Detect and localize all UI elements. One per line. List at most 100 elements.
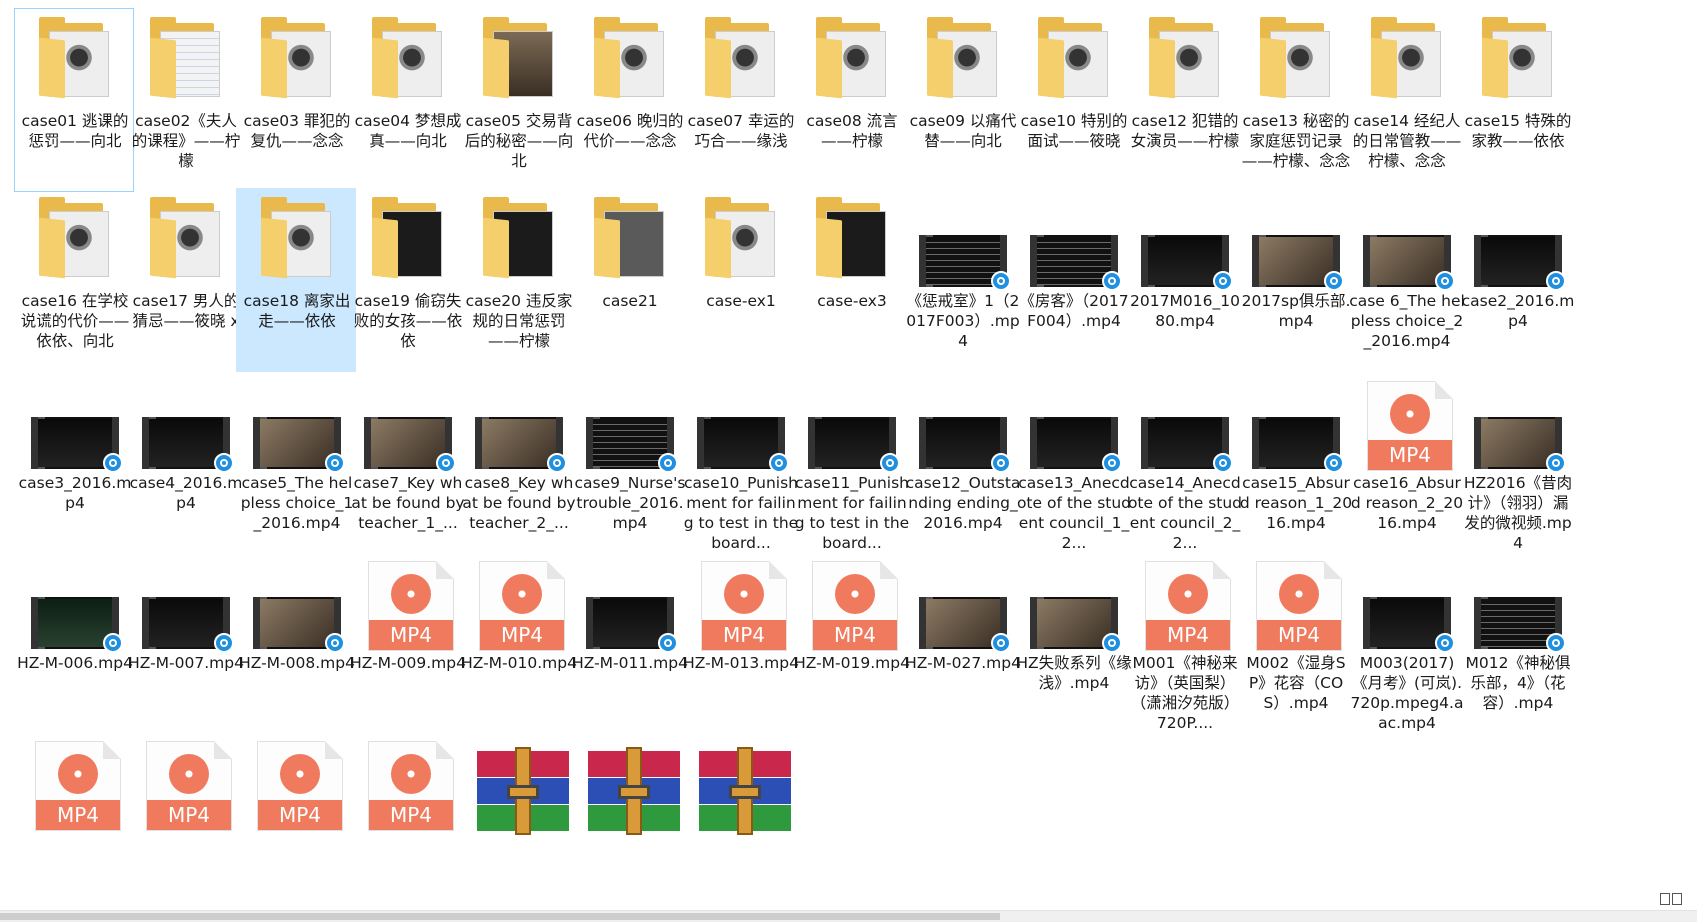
file-item[interactable]: HZ-M-011.mp4 xyxy=(569,550,689,734)
folder-item[interactable]: case06 晚归的代价——念念 xyxy=(569,8,689,192)
folder-item[interactable]: case20 违反家规的日常惩罚——柠檬 xyxy=(458,188,578,372)
view-mode-icons[interactable] xyxy=(1660,890,1690,906)
file-item[interactable]: case7_Key what be found by teacher_1_... xyxy=(347,370,467,554)
file-item[interactable]: case4_2016.mp4 xyxy=(125,370,245,554)
file-grid: case01 逃课的惩罚——向北 case02《夫人的课程》——柠檬 case03 … xyxy=(0,0,1697,921)
folder-item[interactable]: case21 xyxy=(569,188,689,372)
video-thumbnail-icon xyxy=(691,371,791,473)
folder-item[interactable]: case01 逃课的惩罚——向北 xyxy=(14,8,134,192)
file-item[interactable]: HZ-M-006.mp4 xyxy=(14,550,134,734)
file-item[interactable]: case8_Key what be found by teacher_2_... xyxy=(458,370,578,554)
file-item[interactable]: case13_Anecdote of the student council_1… xyxy=(1013,370,1133,554)
mp4-file-icon: MP4 xyxy=(247,731,347,833)
file-item[interactable]: MP4 M001《神秘来访》（英国梨）（潇湘汐苑版）720P.... xyxy=(1124,550,1244,734)
file-item[interactable]: MP4 xyxy=(347,730,467,914)
file-item[interactable]: MP4 M002《湿身SP》花容（COS）.mp4 xyxy=(1235,550,1355,734)
file-item[interactable] xyxy=(680,730,800,914)
folder-item[interactable]: case18 离家出走——依依 xyxy=(236,188,356,372)
file-item[interactable]: case15_Absurd reason_1_2016.mp4 xyxy=(1235,370,1355,554)
video-thumbnail-icon xyxy=(25,551,125,653)
folder-icon xyxy=(691,9,791,111)
video-thumbnail-icon xyxy=(1024,371,1124,473)
item-label: 2017M016_1080.mp4 xyxy=(1130,292,1240,330)
file-item[interactable]: HZ-M-008.mp4 xyxy=(236,550,356,734)
folder-item[interactable]: case19 偷窃失败的女孩——依依 xyxy=(347,188,467,372)
item-label: HZ-M-010.mp4 xyxy=(461,654,577,672)
file-item[interactable]: MP4 HZ-M-009.mp4 xyxy=(347,550,467,734)
folder-item[interactable]: case05 交易背后的秘密——向北 xyxy=(458,8,578,192)
folder-item[interactable]: case12 犯错的女演员——柠檬 xyxy=(1124,8,1244,192)
folder-item[interactable]: case-ex1 xyxy=(680,188,800,372)
file-item[interactable]: case3_2016.mp4 xyxy=(14,370,134,554)
file-item[interactable]: 2017sp俱乐部.mp4 xyxy=(1235,188,1355,372)
file-item[interactable]: case11_Punishment for failing to test in… xyxy=(791,370,911,554)
file-item[interactable]: case5_The helpless choice_1_2016.mp4 xyxy=(236,370,356,554)
mp4-file-icon: MP4 xyxy=(691,551,791,653)
folder-item[interactable]: case03 罪犯的复仇——念念 xyxy=(236,8,356,192)
player-badge-icon xyxy=(1102,633,1122,653)
file-item[interactable]: M012《神秘俱乐部，4》（花容）.mp4 xyxy=(1457,550,1577,734)
item-label: case-ex3 xyxy=(817,292,887,310)
file-item[interactable]: MP4 xyxy=(125,730,245,914)
file-item[interactable]: case10_Punishment for failing to test in… xyxy=(680,370,800,554)
folder-icon xyxy=(358,9,458,111)
folder-item[interactable]: case10 特别的面试——筱晓 xyxy=(1013,8,1133,192)
file-item[interactable]: case12_Outstanding ending_2016.mp4 xyxy=(902,370,1022,554)
folder-item[interactable]: case09 以痛代替——向北 xyxy=(902,8,1022,192)
horizontal-scrollbar[interactable] xyxy=(0,910,1697,922)
folder-item[interactable]: case13 秘密的家庭惩罚记录——柠檬、念念 xyxy=(1235,8,1355,192)
item-label: case01 逃课的惩罚——向北 xyxy=(21,112,129,150)
folder-item[interactable]: case16 在学校说谎的代价——依依、向北 xyxy=(14,188,134,372)
file-item[interactable]: MP4 xyxy=(236,730,356,914)
details-view-icon[interactable] xyxy=(1660,893,1670,905)
file-item[interactable]: case14_Anecdote of the student council_2… xyxy=(1124,370,1244,554)
item-label: 2017sp俱乐部.mp4 xyxy=(1241,292,1351,330)
file-item[interactable]: HZ-M-007.mp4 xyxy=(125,550,245,734)
item-label: case 6_The helpless choice_2_2016.mp4 xyxy=(1349,292,1465,350)
file-item[interactable] xyxy=(458,730,578,914)
file-item[interactable] xyxy=(569,730,689,914)
file-item[interactable]: HZ-M-027.mp4 xyxy=(902,550,1022,734)
folder-item[interactable]: case14 经纪人的日常管教——柠檬、念念 xyxy=(1346,8,1466,192)
folder-item[interactable]: case-ex3 xyxy=(791,188,911,372)
file-item[interactable]: case2_2016.mp4 xyxy=(1457,188,1577,372)
item-label: case09 以痛代替——向北 xyxy=(909,112,1017,150)
item-label: case2_2016.mp4 xyxy=(1461,292,1575,330)
file-item[interactable]: HZ失败系列《缘浅》.mp4 xyxy=(1013,550,1133,734)
folder-item[interactable]: case15 特殊的家教——依依 xyxy=(1457,8,1577,192)
file-item[interactable]: 2017M016_1080.mp4 xyxy=(1124,188,1244,372)
file-item[interactable]: MP4 HZ-M-019.mp4 xyxy=(791,550,911,734)
file-item[interactable]: MP4 case16_Absurd reason_2_2016.mp4 xyxy=(1346,370,1466,554)
film-reel-icon xyxy=(169,754,209,794)
large-icons-view-icon[interactable] xyxy=(1672,893,1682,905)
video-thumbnail-icon xyxy=(358,371,458,473)
player-badge-icon xyxy=(991,453,1011,473)
file-item[interactable]: 《房客》（2017F004）.mp4 xyxy=(1013,188,1133,372)
scrollbar-thumb[interactable] xyxy=(0,913,1000,920)
item-label: case14 经纪人的日常管教——柠檬、念念 xyxy=(1352,112,1462,170)
folder-icon xyxy=(136,189,236,291)
file-item[interactable]: 《惩戒室》1（2017F003）.mp4 xyxy=(902,188,1022,372)
player-badge-icon xyxy=(1435,271,1455,291)
folder-item[interactable]: case17 男人的猜忌——筱晓 x xyxy=(125,188,245,372)
file-item[interactable]: MP4 HZ-M-010.mp4 xyxy=(458,550,578,734)
file-item[interactable]: HZ2016《昔肉计》（翎羽）漏发的微视频.mp4 xyxy=(1457,370,1577,554)
file-item[interactable]: MP4 HZ-M-013.mp4 xyxy=(680,550,800,734)
video-thumbnail-icon xyxy=(913,371,1013,473)
folder-item[interactable]: case04 梦想成真——向北 xyxy=(347,8,467,192)
item-label: case15_Absurd reason_1_2016.mp4 xyxy=(1239,474,1353,532)
film-reel-icon xyxy=(1168,574,1208,614)
file-item[interactable]: MP4 xyxy=(14,730,134,914)
file-item[interactable]: case9_Nurse's trouble_2016.mp4 xyxy=(569,370,689,554)
item-label: case04 梦想成真——向北 xyxy=(354,112,462,150)
mp4-file-icon: MP4 xyxy=(25,731,125,833)
folder-item[interactable]: case02《夫人的课程》——柠檬 xyxy=(125,8,245,192)
file-item[interactable]: case 6_The helpless choice_2_2016.mp4 xyxy=(1346,188,1466,372)
film-reel-icon xyxy=(280,754,320,794)
item-label: case7_Key what be found by teacher_1_... xyxy=(351,474,465,532)
folder-item[interactable]: case08 流言——柠檬 xyxy=(791,8,911,192)
video-thumbnail-icon xyxy=(136,551,236,653)
file-item[interactable]: M003(2017)《月考》(可岚).720p.mpeg4.aac.mp4 xyxy=(1346,550,1466,734)
folder-item[interactable]: case07 幸运的巧合——缘浅 xyxy=(680,8,800,192)
player-badge-icon xyxy=(1102,271,1122,291)
